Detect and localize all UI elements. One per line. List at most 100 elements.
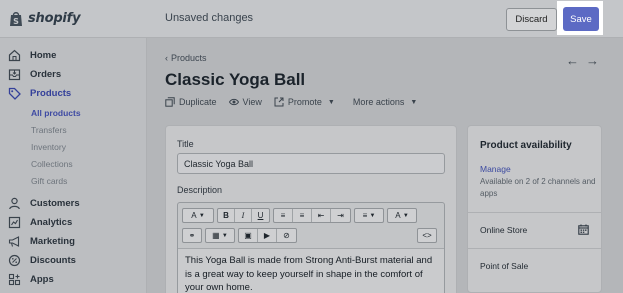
sidebar-subitem-all-products[interactable]: All products [31,108,81,118]
discount-icon [8,254,21,267]
description-text[interactable]: This Yoga Ball is made from Strong Anti-… [178,248,444,293]
sidebar-item-label: Customers [30,198,80,209]
view-button[interactable]: View [228,97,262,107]
megaphone-icon [8,236,20,247]
view-label: View [242,97,262,107]
sidebar-item-discounts[interactable]: Discounts [8,254,76,267]
promote-label: Promote [287,97,322,107]
text-color-dropdown[interactable]: A ▼ [387,208,417,223]
description-editor: A ▼ B I U ≡ ≡ ⇤ ⇥ ≡ ▼ A ▼ ⚭ ▦ ▼ ▣ ▶ ⊘ <>… [177,202,445,293]
indent-icon[interactable]: ⇥ [331,209,350,222]
logo-text: shopify [28,11,81,26]
page-title: Classic Yoga Ball [165,70,306,89]
sidebar: Home Orders Products All products Transf… [0,38,147,293]
svg-text:S: S [13,17,19,26]
more-actions-label: More actions [352,97,405,107]
show-html-button[interactable]: <> [417,228,437,243]
duplicate-label: Duplicate [179,97,217,107]
promote-button[interactable]: Promote ▼ [274,97,335,107]
image-icon[interactable]: ▣ [239,229,258,242]
italic-button[interactable]: I [235,209,252,222]
divider [468,212,601,213]
table-dropdown[interactable]: ▦ ▼ [205,228,235,243]
sidebar-item-label: Home [30,50,57,61]
title-label: Title [177,139,194,149]
channel-online-store: Online Store [480,225,528,235]
align-left-icon: ≡ [362,211,368,220]
save-button[interactable]: Save [563,7,599,31]
sidebar-item-home[interactable]: Home [8,49,56,62]
sidebar-item-label: Orders [30,69,62,80]
editor-toolbar-row-1: A ▼ B I U ≡ ≡ ⇤ ⇥ ≡ ▼ A ▼ [182,208,417,223]
media-group: ▣ ▶ ⊘ [238,228,297,243]
discard-button[interactable]: Discard [506,8,557,31]
divider [468,248,601,249]
bold-button[interactable]: B [218,209,235,222]
sidebar-item-products[interactable]: Products [8,87,71,100]
caret-down-icon: ▼ [369,212,376,219]
availability-summary: Available on 2 of 2 channels and apps [480,177,596,198]
font-size-dropdown[interactable]: A ▼ [182,208,214,223]
sidebar-item-label: Apps [30,274,54,285]
shopify-logo[interactable]: S shopify [8,10,81,27]
shopify-bag-icon: S [10,12,22,26]
caret-down-icon: ▼ [198,212,205,219]
sidebar-item-orders[interactable]: Orders [8,68,61,81]
duplicate-icon [165,97,175,107]
sidebar-item-label: Analytics [30,217,73,228]
numbered-list-icon[interactable]: ≡ [293,209,312,222]
home-icon [8,49,21,62]
availability-title: Product availability [480,140,572,151]
outdent-icon[interactable]: ⇤ [312,209,331,222]
duplicate-button[interactable]: Duplicate [165,97,217,107]
product-availability-card: Product availability Manage Available on… [467,125,602,293]
sidebar-subitem-transfers[interactable]: Transfers [31,125,67,135]
calendar-icon[interactable] [578,224,589,235]
product-details-card: Title Classic Yoga Ball Description A ▼ … [165,125,457,293]
caret-down-icon: ▼ [402,212,409,219]
sidebar-subitem-inventory[interactable]: Inventory [31,142,66,152]
orders-icon [8,69,21,81]
clear-formatting-icon[interactable]: ⊘ [277,229,296,242]
underline-button[interactable]: U [252,209,269,222]
tag-icon [8,87,21,100]
previous-product-arrow-icon[interactable]: ← [566,53,579,68]
more-actions-button[interactable]: More actions ▼ [353,97,417,107]
breadcrumb[interactable]: ‹ Products [165,53,207,63]
table-icon: ▦ [212,231,220,240]
sidebar-item-apps[interactable]: Apps [8,273,54,286]
caret-down-icon: ▼ [221,232,228,239]
eye-icon [228,98,239,106]
sidebar-item-marketing[interactable]: Marketing [8,235,75,248]
sidebar-item-label: Discounts [30,255,76,266]
caret-down-icon: ▼ [327,98,335,106]
channel-point-of-sale: Point of Sale [480,261,529,271]
caret-down-icon: ▼ [410,98,418,106]
unsaved-changes-text: Unsaved changes [165,12,254,24]
sidebar-subitem-collections[interactable]: Collections [31,159,73,169]
sidebar-subitem-gift-cards[interactable]: Gift cards [31,176,67,186]
apps-icon [8,273,21,286]
top-bar: S shopify Unsaved changes Discard Save [0,0,623,38]
analytics-icon [8,216,21,229]
link-icon[interactable]: ⚭ [182,228,202,243]
sidebar-item-analytics[interactable]: Analytics [8,216,72,229]
breadcrumb-products: Products [171,53,207,63]
description-label: Description [177,185,223,195]
chevron-left-icon: ‹ [165,53,168,63]
product-actions: Duplicate View Promote ▼ More actions ▼ [165,97,417,107]
manage-link[interactable]: Manage [480,164,511,174]
customers-icon [9,197,20,210]
sidebar-item-label: Products [30,88,72,99]
sidebar-item-label: Marketing [30,236,75,247]
list-group: ≡ ≡ ⇤ ⇥ [273,208,351,223]
align-dropdown[interactable]: ≡ ▼ [354,208,384,223]
title-input[interactable]: Classic Yoga Ball [177,153,445,174]
editor-toolbar-row-2: ⚭ ▦ ▼ ▣ ▶ ⊘ <> [182,228,437,243]
external-link-icon [274,97,284,107]
video-icon[interactable]: ▶ [258,229,277,242]
sidebar-item-customers[interactable]: Customers [8,197,80,210]
font-size-label: A [191,211,197,220]
bulleted-list-icon[interactable]: ≡ [274,209,293,222]
next-product-arrow-icon[interactable]: → [586,53,599,68]
